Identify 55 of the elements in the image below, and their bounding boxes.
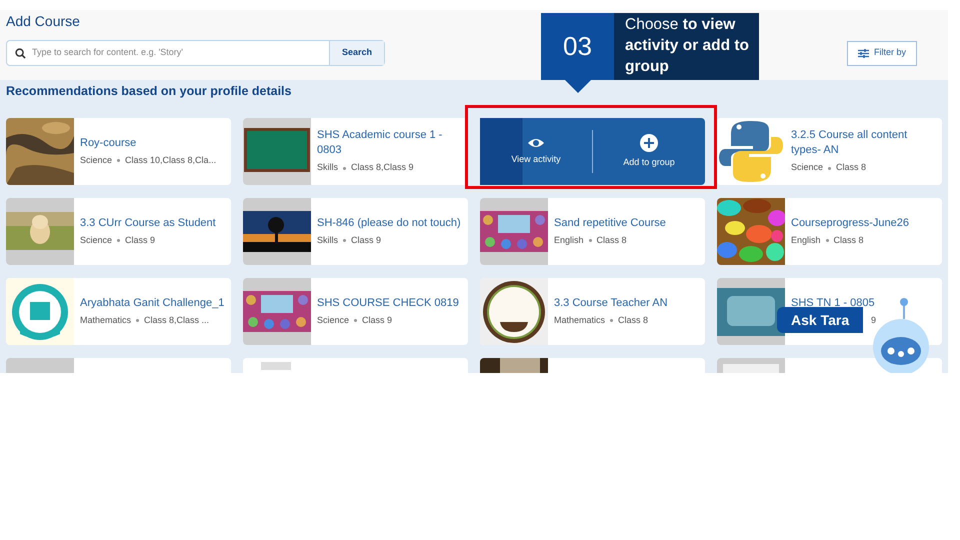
course-card[interactable]: SHS COURSE CHECK 0819 Science Class 9 xyxy=(243,278,468,345)
search-icon xyxy=(15,48,26,58)
ask-tara-bubble[interactable]: Ask Tara xyxy=(777,307,864,333)
course-subject: Mathematics xyxy=(80,314,132,327)
add-to-group-button[interactable]: Add to group xyxy=(593,118,705,185)
course-grades: Class 9 xyxy=(125,234,156,247)
course-grades: Class 8 xyxy=(836,161,866,174)
course-grades: Class 8 xyxy=(834,234,864,247)
course-title: Courseprogress-June26 xyxy=(791,216,910,231)
course-subject: Science xyxy=(317,314,350,327)
course-card[interactable]: 3.2.5 Course all content types- AN Science Class 8 xyxy=(717,118,942,185)
section-title: Recommendations based on your profile details xyxy=(6,84,292,98)
course-subject: Science xyxy=(80,154,112,167)
step-text: Choose to view activity or add to group xyxy=(614,13,759,80)
course-subject: English xyxy=(791,234,821,247)
plus-circle-icon xyxy=(640,134,658,152)
eye-icon xyxy=(527,136,545,149)
course-grades: 9 xyxy=(871,314,876,327)
course-card[interactable]: SH-846 (please do not touch) Skills Class 9 xyxy=(243,198,468,265)
course-subject: Mathematics xyxy=(554,314,606,327)
course-title: Roy-course xyxy=(80,136,136,151)
course-grades: Class 10,Class 8,Cla... xyxy=(125,154,216,167)
course-card[interactable]: Courseprogress-June26 English Class 8 xyxy=(717,198,942,265)
course-title: 3.2.5 Course all content types- AN xyxy=(791,128,908,158)
course-grades: Class 8 xyxy=(596,234,627,247)
filter-button[interactable]: Filter by xyxy=(846,40,917,66)
course-title: 3.3 CUrr Course as Student xyxy=(80,216,216,231)
page-title: Add Course xyxy=(6,12,80,31)
course-subject: Science xyxy=(80,234,112,247)
search-button[interactable]: Search xyxy=(329,41,384,65)
step-number: 03 xyxy=(541,13,614,80)
course-grades: Class 9 xyxy=(351,234,382,247)
course-card[interactable]: 3.3 CUrr Course as Student Science Class 9 xyxy=(6,198,231,265)
course-title: Sand repetitive Course xyxy=(554,216,666,231)
course-subject: Skills xyxy=(317,234,338,247)
course-subject: Science xyxy=(791,161,824,174)
course-title: 3.3 Course Teacher AN xyxy=(554,296,668,311)
course-grades: Class 8,Class 9 xyxy=(351,161,414,174)
course-card[interactable]: SHS Academic course 1 - 0803 Skills Class 8,Class 9 xyxy=(243,118,468,185)
course-title: SHS Academic course 1 - 0803 xyxy=(317,128,444,158)
course-card[interactable]: Sand repetitive Course English Class 8 xyxy=(480,198,705,265)
course-subject: English xyxy=(554,234,584,247)
sliders-icon xyxy=(858,48,869,58)
course-subject: Skills xyxy=(317,161,338,174)
course-title: SH-846 (please do not touch) xyxy=(317,216,461,231)
course-title: Aryabhata Ganit Challenge_1 xyxy=(80,296,224,311)
course-card[interactable]: Roy-course Science Class 10,Class 8,Cla... xyxy=(6,118,231,185)
course-grades: Class 8 xyxy=(618,314,648,327)
course-grades: Class 8,Class ... xyxy=(144,314,210,327)
callout-pointer xyxy=(565,80,591,93)
course-grades: Class 9 xyxy=(362,314,392,327)
course-card[interactable]: Aryabhata Ganit Challenge_1 Mathematics Class 8,Class ... xyxy=(6,278,231,345)
course-card[interactable]: 3.3 Course Teacher AN Mathematics Class 8 xyxy=(480,278,705,345)
course-title: SHS COURSE CHECK 0819 xyxy=(317,296,459,311)
search-field[interactable]: Type to search for content. e.g. 'Story' Search xyxy=(6,40,385,66)
